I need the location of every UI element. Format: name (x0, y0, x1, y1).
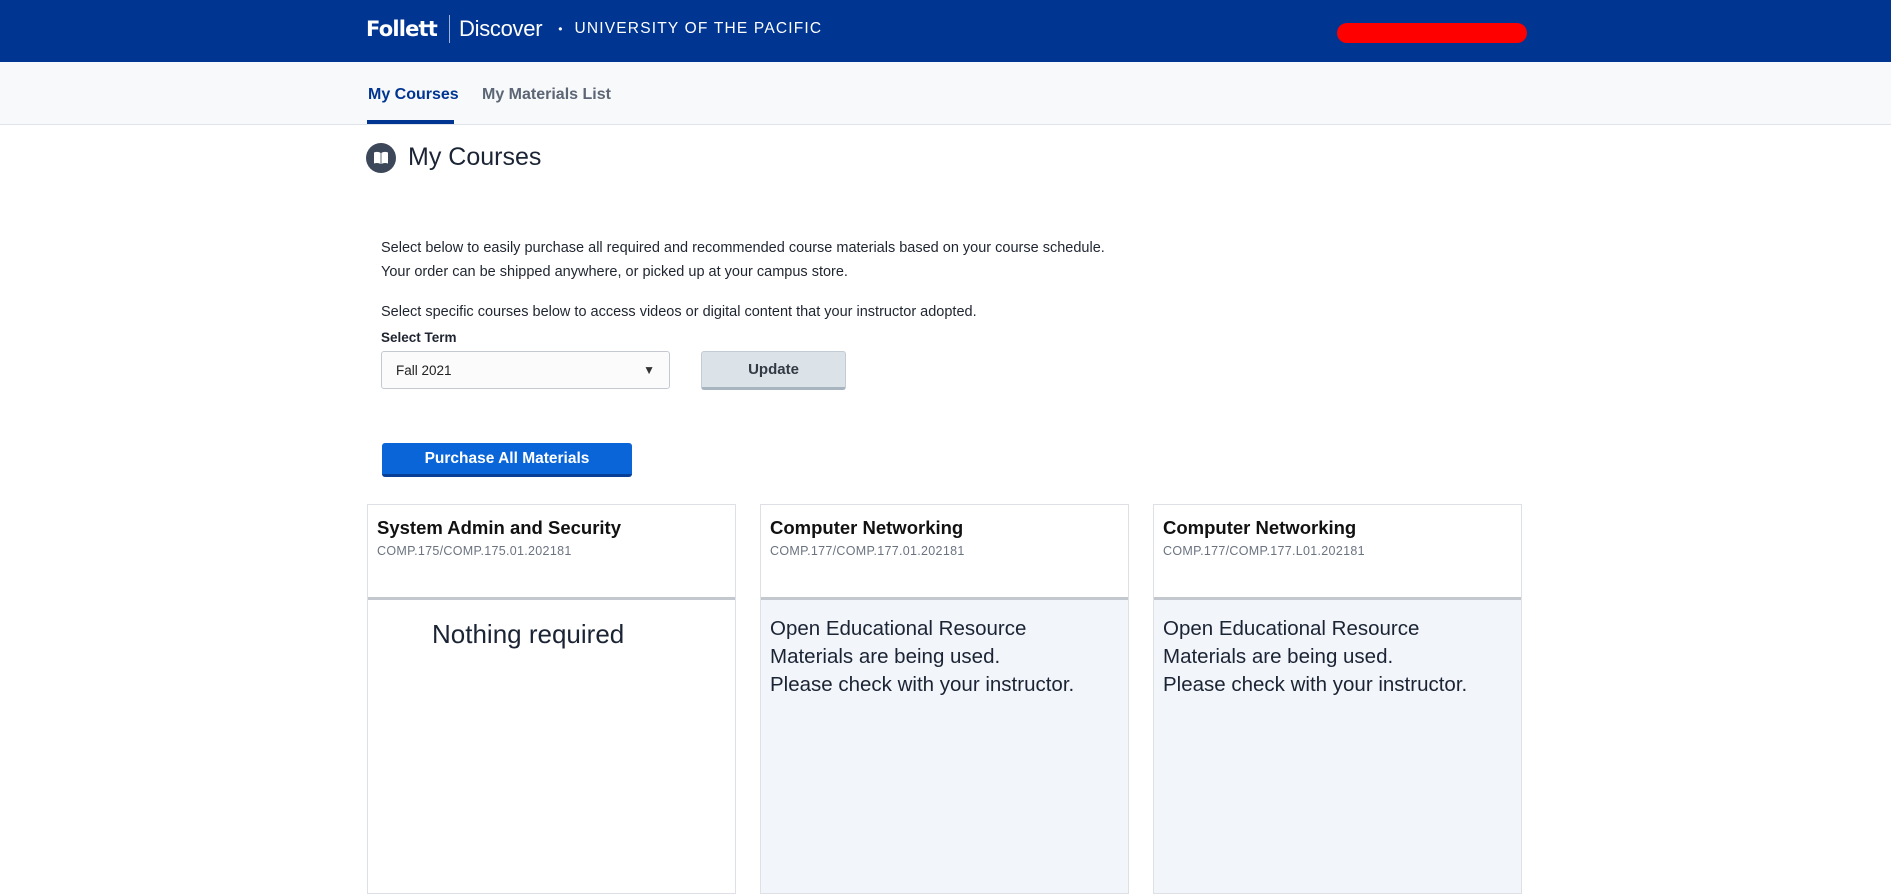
course-code: COMP.177/COMP.177.01.202181 (770, 544, 965, 558)
brand-discover: Discover (459, 16, 543, 41)
nothing-required-message: Nothing required (432, 619, 625, 649)
oer-message-line: Open Educational Resource (770, 617, 1027, 640)
course-code: COMP.177/COMP.177.L01.202181 (1163, 544, 1365, 558)
oer-message-line: Materials are being used. (770, 645, 1001, 668)
course-card-header: Computer Networking COMP.177/COMP.177.L0… (1154, 505, 1521, 600)
top-header-bar: Follett Discover • UNIVERSITY OF THE PAC… (0, 0, 1891, 62)
brand-logo[interactable]: Follett Discover • UNIVERSITY OF THE PAC… (366, 14, 822, 44)
chevron-down-icon: ▼ (643, 363, 655, 377)
select-term-label: Select Term (381, 330, 457, 345)
oer-message-line: Open Educational Resource (1163, 617, 1420, 640)
course-card-comp177-l01: Computer Networking COMP.177/COMP.177.L0… (1153, 504, 1522, 894)
course-title: System Admin and Security (377, 517, 621, 538)
intro-text-line-2: Your order can be shipped anywhere, or p… (381, 264, 848, 280)
tab-my-courses[interactable]: My Courses (368, 86, 459, 104)
oer-message-line: Please check with your instructor. (770, 673, 1075, 696)
user-account-redacted[interactable] (1337, 23, 1527, 43)
course-title: Computer Networking (770, 517, 964, 538)
course-code: COMP.175/COMP.175.01.202181 (377, 544, 572, 558)
term-selected-value: Fall 2021 (396, 363, 452, 378)
brand-follett: Follett (366, 17, 438, 41)
purchase-all-materials-button[interactable]: Purchase All Materials (382, 443, 632, 477)
school-name: UNIVERSITY OF THE PACIFIC (574, 20, 823, 37)
update-button[interactable]: Update (701, 351, 846, 390)
oer-message-line: Please check with your instructor. (1163, 673, 1468, 696)
intro-text-line-1: Select below to easily purchase all requ… (381, 240, 1105, 256)
course-card-header: Computer Networking COMP.177/COMP.177.01… (761, 505, 1128, 600)
oer-message-line: Materials are being used. (1163, 645, 1394, 668)
nav-tabs-bar: My Courses My Materials List (0, 62, 1891, 125)
active-tab-indicator (367, 120, 454, 124)
brand-divider (449, 15, 451, 43)
brand-dot: • (558, 22, 563, 36)
page-title: My Courses (408, 143, 542, 171)
course-card-header: System Admin and Security COMP.175/COMP.… (368, 505, 735, 600)
oer-message: Open Educational Resource Materials are … (770, 615, 1074, 699)
oer-message: Open Educational Resource Materials are … (1163, 615, 1467, 699)
intro-text-line-3: Select specific courses below to access … (381, 304, 977, 320)
tab-my-materials-list[interactable]: My Materials List (482, 86, 611, 104)
course-card-body: Open Educational Resource Materials are … (761, 600, 1128, 893)
course-card-comp177-01: Computer Networking COMP.177/COMP.177.01… (760, 504, 1129, 894)
course-card-comp175: System Admin and Security COMP.175/COMP.… (367, 504, 736, 894)
course-card-body: Nothing required (368, 600, 735, 893)
term-select[interactable]: Fall 2021 ▼ (381, 351, 670, 389)
course-card-body: Open Educational Resource Materials are … (1154, 600, 1521, 893)
course-title: Computer Networking (1163, 517, 1357, 538)
book-icon (366, 143, 396, 173)
